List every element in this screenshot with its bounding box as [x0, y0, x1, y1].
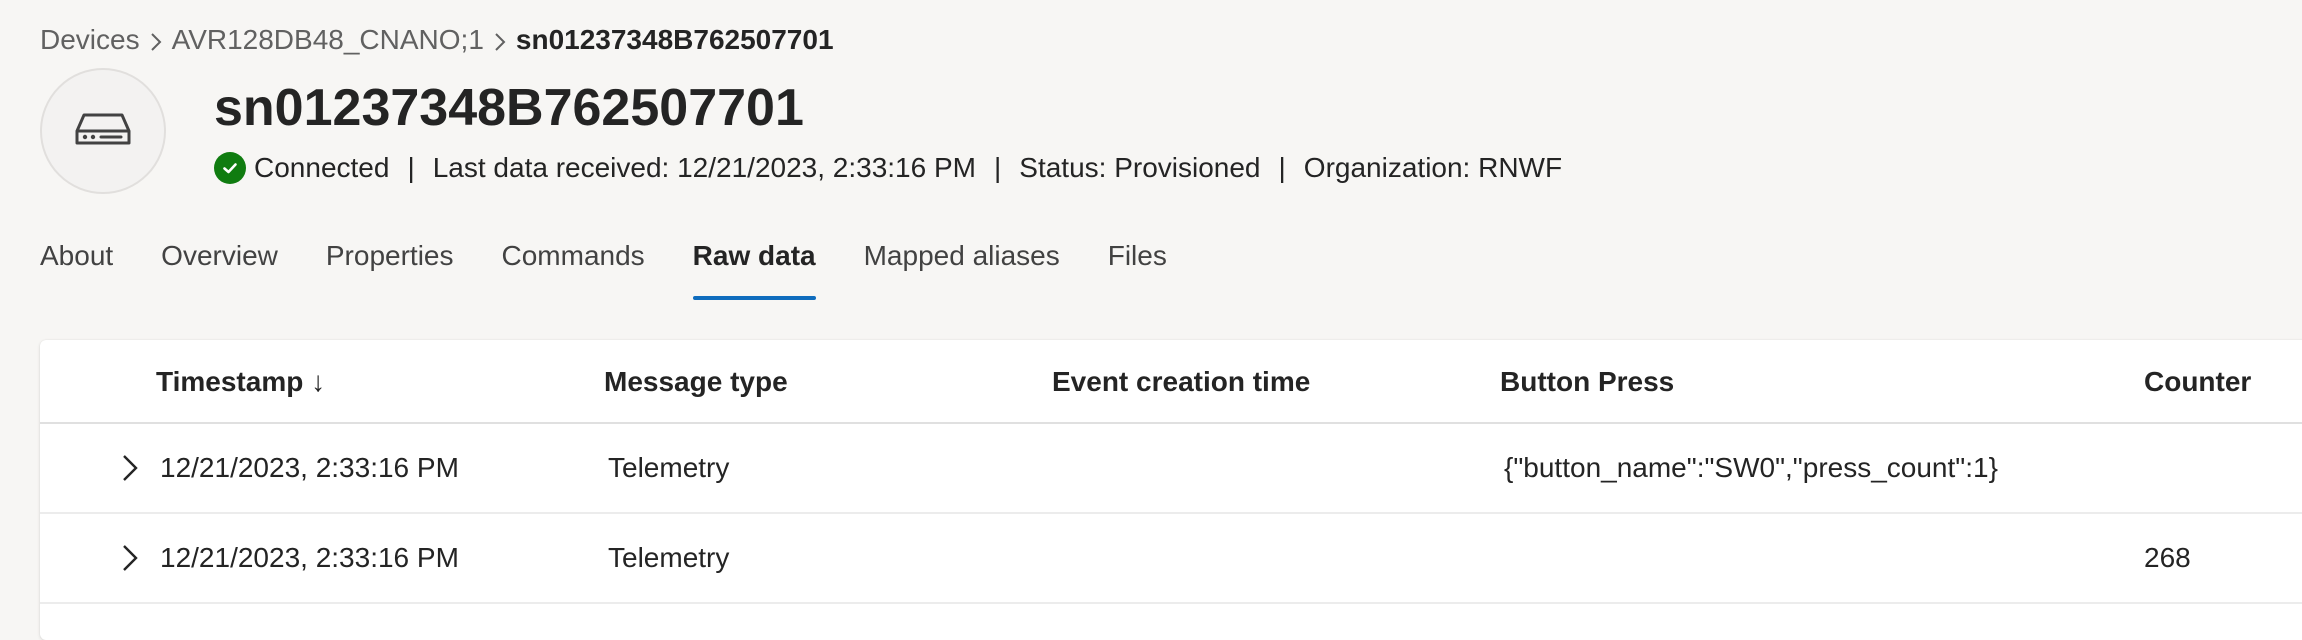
tab-raw-data[interactable]: Raw data: [692, 234, 816, 302]
cell-message-type: Telemetry: [608, 452, 730, 483]
tab-mapped-aliases[interactable]: Mapped aliases: [864, 234, 1060, 302]
column-header-event-creation-time[interactable]: Event creation time: [1052, 362, 1310, 402]
separator: |: [1278, 152, 1286, 183]
cell-counter: 268: [2144, 542, 2191, 573]
breadcrumb-current: sn01237348B762507701: [515, 24, 834, 55]
separator: |: [407, 152, 415, 183]
tab-overview[interactable]: Overview: [161, 234, 278, 302]
provisioning-status: Status: Provisioned: [1019, 152, 1261, 183]
tab-about[interactable]: About: [40, 234, 113, 302]
breadcrumb-device-template[interactable]: AVR128DB48_CNANO;1: [172, 24, 484, 56]
column-header-message-type[interactable]: Message type: [604, 362, 788, 402]
connection-status: Connected: [254, 152, 390, 183]
chevron-right-icon[interactable]: [114, 542, 146, 574]
cell-timestamp: 12/21/2023, 2:33:16 PM: [160, 452, 459, 483]
column-header-button-press[interactable]: Button Press: [1500, 362, 1674, 402]
cell-button-press: {"button_name":"SW0","press_count":1}: [1504, 452, 1998, 483]
column-header-counter[interactable]: Counter: [2144, 362, 2251, 402]
organization: Organization: RNWF: [1303, 152, 1563, 183]
chevron-right-icon: [140, 24, 172, 56]
tab-properties[interactable]: Properties: [326, 234, 454, 302]
device-drive-icon: [74, 109, 132, 154]
tab-commands[interactable]: Commands: [502, 234, 645, 302]
breadcrumb: Devices AVR128DB48_CNANO;1 sn01237348B76…: [40, 22, 834, 58]
tab-bar: About Overview Properties Commands Raw d…: [40, 234, 1215, 302]
separator: |: [993, 152, 1002, 183]
cell-message-type: Telemetry: [608, 542, 730, 573]
chevron-right-icon: [484, 24, 516, 56]
table-row[interactable]: 12/21/2023, 2:33:16 PM Telemetry 268: [40, 514, 2302, 604]
table-row[interactable]: 12/21/2023, 2:33:16 PM Telemetry {"butto…: [40, 424, 2302, 514]
tab-files[interactable]: Files: [1108, 234, 1167, 302]
breadcrumb-devices[interactable]: Devices: [40, 24, 140, 56]
cell-timestamp: 12/21/2023, 2:33:16 PM: [160, 542, 459, 573]
chevron-right-icon[interactable]: [114, 452, 146, 484]
page-title: sn01237348B762507701: [214, 79, 804, 137]
raw-data-table: Timestamp ↓ Message type Event creation …: [40, 340, 2302, 640]
column-header-timestamp[interactable]: Timestamp ↓: [156, 362, 325, 402]
last-data-received: Last data received: 12/21/2023, 2:33:16 …: [432, 152, 976, 183]
avatar: [40, 68, 166, 194]
checkmark-circle-icon: [214, 152, 246, 184]
table-header: Timestamp ↓ Message type Event creation …: [40, 340, 2302, 424]
device-status-line: Connected | Last data received: 12/21/20…: [214, 148, 1562, 188]
